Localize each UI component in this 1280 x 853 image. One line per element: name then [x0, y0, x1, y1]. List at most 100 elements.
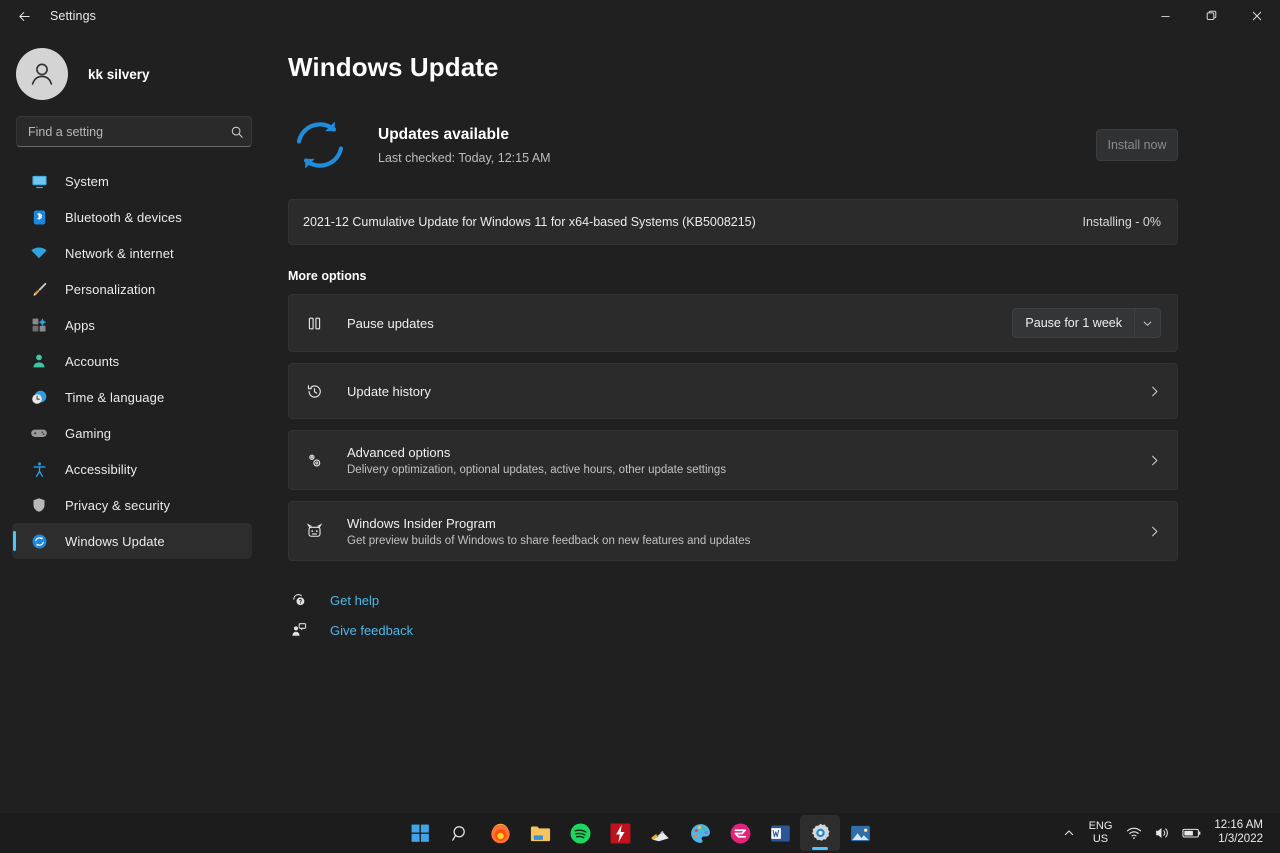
gamepad-icon: [30, 424, 48, 442]
flash-app-button[interactable]: [600, 815, 640, 851]
language-indicator[interactable]: ENG US: [1081, 817, 1121, 849]
close-icon: [1252, 11, 1262, 21]
update-item-row[interactable]: 2021-12 Cumulative Update for Windows 11…: [288, 199, 1178, 245]
start-button[interactable]: [400, 815, 440, 851]
sidebar-item-apps[interactable]: Apps: [12, 307, 252, 343]
titlebar-title: Settings: [50, 9, 96, 23]
bluetooth-icon: [30, 208, 48, 226]
search-wrap: [0, 102, 270, 147]
sidebar-item-network-internet[interactable]: Network & internet: [12, 235, 252, 271]
search-icon: [451, 825, 465, 841]
page-title: Windows Update: [288, 52, 499, 82]
shield-icon: [30, 496, 48, 514]
firefox-button[interactable]: [480, 815, 520, 851]
sidebar-item-label: Bluetooth & devices: [65, 209, 182, 225]
update-status-title: Updates available: [378, 125, 509, 143]
sidebar-item-label: System: [65, 173, 109, 189]
advanced-options-text: Advanced options Delivery optimization, …: [347, 445, 1148, 476]
minimize-icon: [1160, 15, 1170, 17]
titlebar: Settings: [0, 0, 1280, 32]
pause-updates-text: Pause updates: [347, 316, 1012, 331]
update-history-row[interactable]: Update history: [288, 363, 1178, 419]
volume-button[interactable]: [1148, 817, 1176, 849]
advanced-options-row[interactable]: Advanced options Delivery optimization, …: [288, 430, 1178, 490]
insider-bug-icon: [303, 522, 325, 541]
close-button[interactable]: [1234, 0, 1280, 32]
settings-window: Settings kk silvery Find a setting Syste…: [0, 0, 1280, 853]
photos-button[interactable]: [840, 815, 880, 851]
search-input[interactable]: [17, 117, 251, 146]
sidebar-item-bluetooth-devices[interactable]: Bluetooth & devices: [12, 199, 252, 235]
language-line-2: US: [1092, 833, 1109, 845]
search-button[interactable]: [440, 815, 480, 851]
get-help-label: Get help: [330, 592, 380, 608]
firefox-icon: [490, 823, 510, 843]
network-status-button[interactable]: [1120, 817, 1148, 849]
search-box[interactable]: [16, 116, 252, 147]
sidebar-item-label: Windows Update: [65, 533, 165, 549]
tray-overflow-button[interactable]: [1057, 817, 1081, 849]
windows-logo-icon: [411, 824, 429, 842]
palette-icon: [690, 823, 710, 843]
person-avatar-icon: [31, 63, 53, 85]
give-feedback-label: Give feedback: [330, 622, 414, 638]
accessibility-icon: [30, 460, 48, 478]
chevron-right-icon: [1148, 385, 1161, 398]
back-button[interactable]: [6, 1, 42, 31]
speaker-icon: [1156, 828, 1169, 838]
pause-duration-dropdown[interactable]: Pause for 1 week: [1012, 308, 1161, 338]
update-history-title: Update history: [347, 383, 431, 399]
pause-updates-title: Pause updates: [347, 315, 434, 331]
clock-time: 12:16 AM: [1214, 819, 1263, 832]
pause-updates-row[interactable]: Pause updates Pause for 1 week: [288, 294, 1178, 352]
file-explorer-button[interactable]: [520, 815, 560, 851]
spotify-button[interactable]: [560, 815, 600, 851]
install-now-button[interactable]: Install now: [1096, 129, 1178, 161]
windows-insider-title: Windows Insider Program: [347, 515, 496, 531]
windows-insider-row[interactable]: Windows Insider Program Get preview buil…: [288, 501, 1178, 561]
sidebar-item-accounts[interactable]: Accounts: [12, 343, 252, 379]
sync-circle-icon: [288, 114, 352, 176]
search-icon[interactable]: [230, 125, 244, 139]
battery-button[interactable]: [1176, 817, 1208, 849]
advanced-options-subtitle: Delivery optimization, optional updates,…: [347, 463, 727, 476]
give-feedback-link[interactable]: Give feedback: [288, 615, 1280, 645]
sidebar-item-label: Privacy & security: [65, 497, 171, 513]
sidebar-item-privacy-security[interactable]: Privacy & security: [12, 487, 252, 523]
broom-icon: [650, 830, 669, 841]
account-name: kk silvery: [88, 66, 150, 82]
update-status-text: Updates available Last checked: Today, 1…: [378, 126, 1096, 165]
sidebar-item-gaming[interactable]: Gaming: [12, 415, 252, 451]
get-help-link[interactable]: Get help: [288, 585, 1280, 615]
update-last-checked: Last checked: Today, 12:15 AM: [378, 150, 551, 165]
help-links: Get help Give feedback: [288, 585, 1280, 645]
sidebar: kk silvery Find a setting System Bluetoo…: [0, 32, 270, 813]
settings-button[interactable]: [800, 815, 840, 851]
media-app-button[interactable]: [720, 815, 760, 851]
account-block[interactable]: kk silvery: [0, 32, 270, 102]
avatar: [16, 48, 68, 100]
sidebar-item-label: Personalization: [65, 281, 156, 297]
chevron-right-icon: [1148, 525, 1161, 538]
windows-insider-subtitle: Get preview builds of Windows to share f…: [347, 534, 751, 547]
chevron-down-icon[interactable]: [1134, 309, 1160, 337]
cleaner-button[interactable]: [640, 815, 680, 851]
sidebar-item-personalization[interactable]: Personalization: [12, 271, 252, 307]
sidebar-item-system[interactable]: System: [12, 163, 252, 199]
gears-icon: [303, 451, 325, 470]
maximize-button[interactable]: [1188, 0, 1234, 32]
sidebar-item-time-language[interactable]: Time & language: [12, 379, 252, 415]
word-button[interactable]: [760, 815, 800, 851]
sidebar-item-label: Accessibility: [65, 461, 138, 477]
update-item-status: Installing - 0%: [1082, 215, 1161, 229]
paint-button[interactable]: [680, 815, 720, 851]
taskbar-items: [400, 815, 880, 851]
sidebar-item-accessibility[interactable]: Accessibility: [12, 451, 252, 487]
sidebar-nav: System Bluetooth & devices Network & int…: [0, 163, 270, 559]
sidebar-item-windows-update[interactable]: Windows Update: [12, 523, 252, 559]
minimize-button[interactable]: [1142, 0, 1188, 32]
pause-duration-value: Pause for 1 week: [1025, 316, 1122, 330]
clock[interactable]: 12:16 AM 1/3/2022: [1208, 819, 1271, 847]
monitor-icon: [30, 172, 48, 190]
wifi-icon: [30, 244, 48, 262]
